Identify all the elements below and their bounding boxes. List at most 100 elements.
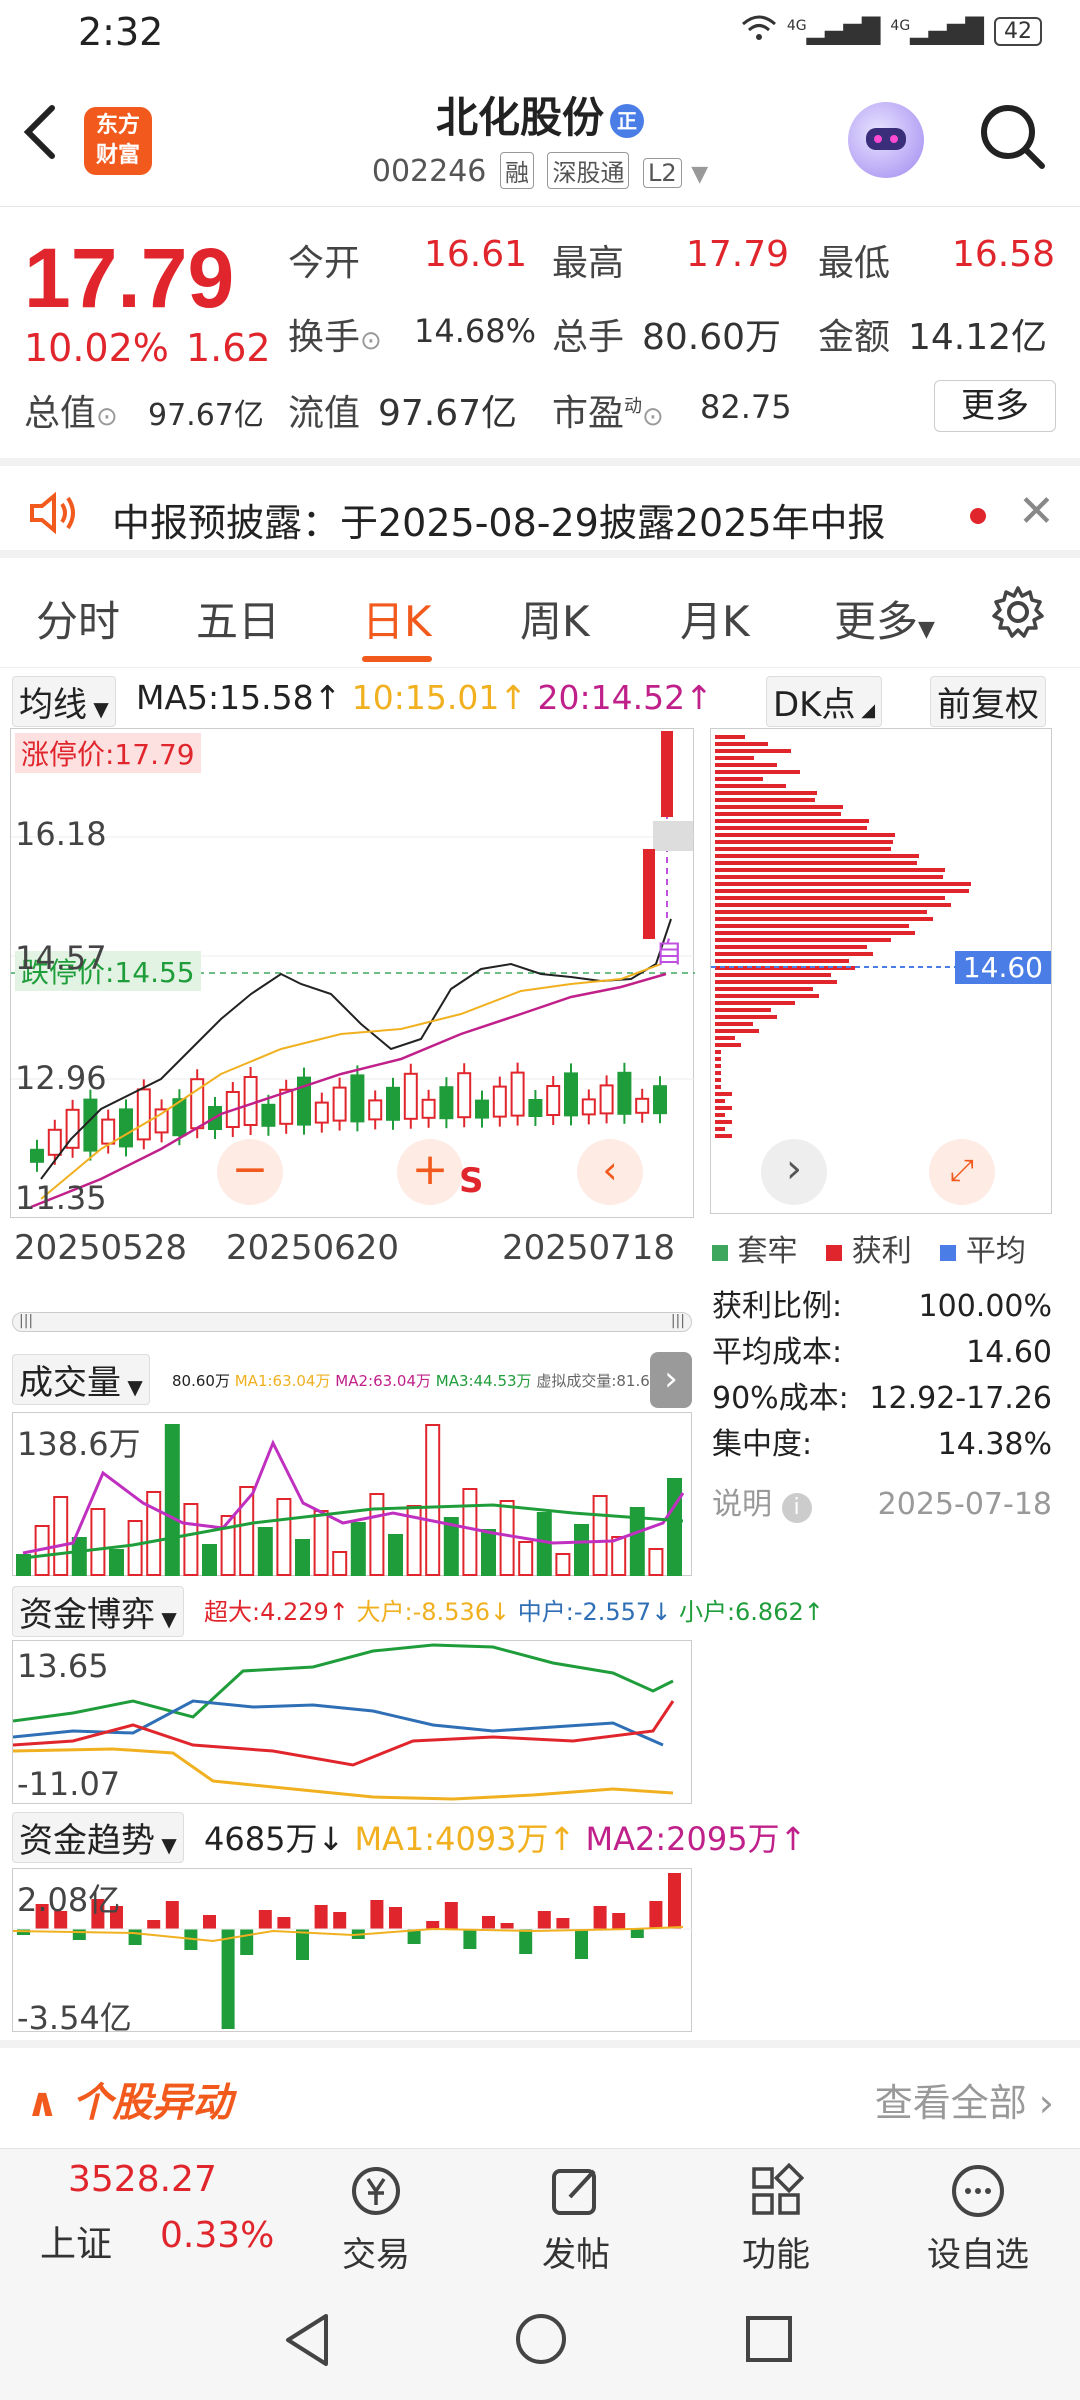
notice-bar[interactable]: 中报预披露：于2025-08-29披露2025年中报 ✕ (0, 458, 1080, 558)
wifi-icon (741, 14, 777, 48)
range-scrollbar[interactable]: ||| ||| (12, 1312, 692, 1332)
candle (635, 1097, 650, 1114)
tab-five-day[interactable]: 五日 (196, 588, 280, 649)
candle (261, 1103, 276, 1127)
signal-4g-icon-2: 4G▂▄▆█ (890, 17, 984, 45)
chip-bar (715, 903, 951, 907)
chip-bar (715, 889, 969, 893)
pe-label: 市盈动⊙ (552, 393, 664, 434)
movement-title[interactable]: ∧ 个股异动 (26, 2070, 232, 2128)
zoom-out-button[interactable]: − (217, 1139, 283, 1205)
volume-bar (499, 1500, 515, 1576)
nav-back-icon[interactable] (282, 2312, 332, 2372)
volume-value: 80.60万 (172, 1372, 230, 1390)
volume-selector[interactable]: 成交量 ▼ (12, 1354, 150, 1405)
ma-values: MA5:15.58↑ 10:15.01↑ 20:14.52↑ (136, 678, 713, 717)
chip-note[interactable]: 说明 i 2025-07-18 (712, 1482, 1052, 1528)
tab-weekly-k[interactable]: 周K (520, 588, 590, 649)
tab-monthly-k[interactable]: 月K (680, 588, 750, 649)
fund-game-selector[interactable]: 资金博弈 ▼ (12, 1586, 184, 1637)
status-bar: 2:32 4G▂▄▆█ 4G▂▄▆█ 42 (0, 0, 1080, 72)
ma20-value: 20:14.52↑ (537, 678, 713, 717)
stat-row: 集中度: 14.38% (712, 1427, 1052, 1462)
fund-trend-bar (612, 1913, 626, 1929)
scroll-handle-right[interactable]: ||| (671, 1313, 685, 1329)
candle (421, 1098, 436, 1119)
index-value[interactable]: 3528.27 (68, 2159, 217, 2200)
nav-post[interactable]: 发帖 (516, 2163, 636, 2276)
volume-bar (276, 1498, 292, 1576)
ma-selector[interactable]: 均线 ▼ (12, 676, 116, 727)
trade-yen-icon (348, 2163, 404, 2219)
tab-daily-k[interactable]: 日K (362, 588, 432, 649)
chip-bar (715, 1001, 795, 1005)
mktcap-value: 97.67亿 (148, 398, 264, 433)
fund-trend-values: 4685万↓ MA1:4093万↑ MA2:2095万↑ (204, 1814, 806, 1860)
signal-4g-icon: 4G▂▄▆█ (786, 17, 881, 45)
fund-trend-bar (575, 1929, 588, 1959)
fund-trend-bar (203, 1915, 216, 1929)
chip-bar (715, 1029, 759, 1033)
stock-movement-section: ∧ 个股异动 查看全部 › (0, 2040, 1080, 2140)
kline-chart[interactable]: 涨停价:17.79 跌停价:14.55 16.18 14.57 12.96 11… (10, 728, 695, 1218)
nav-add-watchlist[interactable]: 设自选 (918, 2163, 1038, 2276)
chip-bar (715, 917, 933, 921)
index-percent[interactable]: 0.33% (160, 2215, 274, 2256)
nav-home-icon[interactable] (514, 2312, 568, 2370)
chevron-right-icon[interactable]: › (650, 1352, 692, 1408)
fund-game-ymax: 13.65 (17, 1647, 109, 1685)
stat-row: 90%成本: 12.92-17.26 (712, 1381, 1052, 1416)
dk-point-selector[interactable]: DK点 ◢ (766, 676, 883, 727)
more-quote-button[interactable]: 更多 (934, 380, 1056, 432)
settings-gear-icon[interactable] (990, 584, 1046, 644)
close-icon[interactable]: ✕ (1018, 486, 1055, 537)
chip-bar (715, 1008, 771, 1012)
chip-bar (715, 819, 869, 823)
volume-bar (667, 1478, 682, 1576)
chip-distribution-chart[interactable]: 14.60 › ⤢ (710, 728, 1053, 1214)
tab-more[interactable]: 更多▼ (834, 588, 935, 649)
chevron-right-icon[interactable]: › (761, 1139, 827, 1205)
view-all-link[interactable]: 查看全部 › (875, 2072, 1054, 2127)
zoom-in-button[interactable]: + (397, 1139, 463, 1205)
fund-trend-chart: 2.08亿 -3.54亿 (12, 1868, 693, 2037)
nav-functions[interactable]: 功能 (716, 2162, 836, 2276)
fund-trend-ymax: 2.08亿 (17, 1881, 121, 1919)
chip-bar (715, 1022, 753, 1026)
scroll-left-button[interactable]: ‹ (577, 1139, 643, 1205)
fund-trend-ma2: MA2:2095万↑ (585, 1820, 807, 1858)
tab-intraday[interactable]: 分时 (36, 588, 120, 649)
index-name[interactable]: 上证 (40, 2215, 112, 2267)
fund-trend-bar (463, 1929, 477, 1949)
volume-ma2: MA2:63.04万 (335, 1372, 432, 1390)
volume-bar (295, 1539, 310, 1576)
candle (136, 1088, 151, 1141)
nav-trade[interactable]: 交易 (316, 2163, 436, 2276)
fund-trend-bar (389, 1907, 402, 1929)
chip-bar (715, 1127, 725, 1131)
search-icon[interactable] (978, 102, 1048, 172)
fund-trend-bar (593, 1906, 607, 1929)
chip-bar (715, 1071, 721, 1075)
chip-bar (715, 1120, 732, 1124)
float-cap-label: 流值 (288, 393, 361, 434)
chip-bar (715, 924, 909, 928)
fund-super: 超大:4.229↑ (204, 1598, 349, 1626)
candle (403, 1072, 418, 1120)
scroll-handle-left[interactable]: ||| (19, 1313, 33, 1329)
ma10-value: 10:15.01↑ (351, 678, 528, 717)
fund-trend-selector[interactable]: 资金趋势 ▼ (12, 1812, 184, 1863)
chevron-down-icon[interactable]: ▼ (691, 162, 708, 187)
nav-recents-icon[interactable] (744, 2314, 794, 2368)
chip-bar (715, 840, 893, 844)
more-dots-icon (950, 2163, 1006, 2219)
tag-margin: 融 (499, 152, 534, 189)
adjust-selector[interactable]: 前复权 (930, 676, 1046, 727)
candle (30, 1148, 44, 1163)
chip-bar (715, 749, 791, 753)
fund-trend-bar (277, 1917, 291, 1929)
assistant-robot-avatar[interactable] (848, 102, 924, 178)
auto-marker: 自 (655, 936, 684, 969)
expand-icon[interactable]: ⤢ (929, 1139, 995, 1205)
open-label: 今开 (288, 243, 361, 284)
